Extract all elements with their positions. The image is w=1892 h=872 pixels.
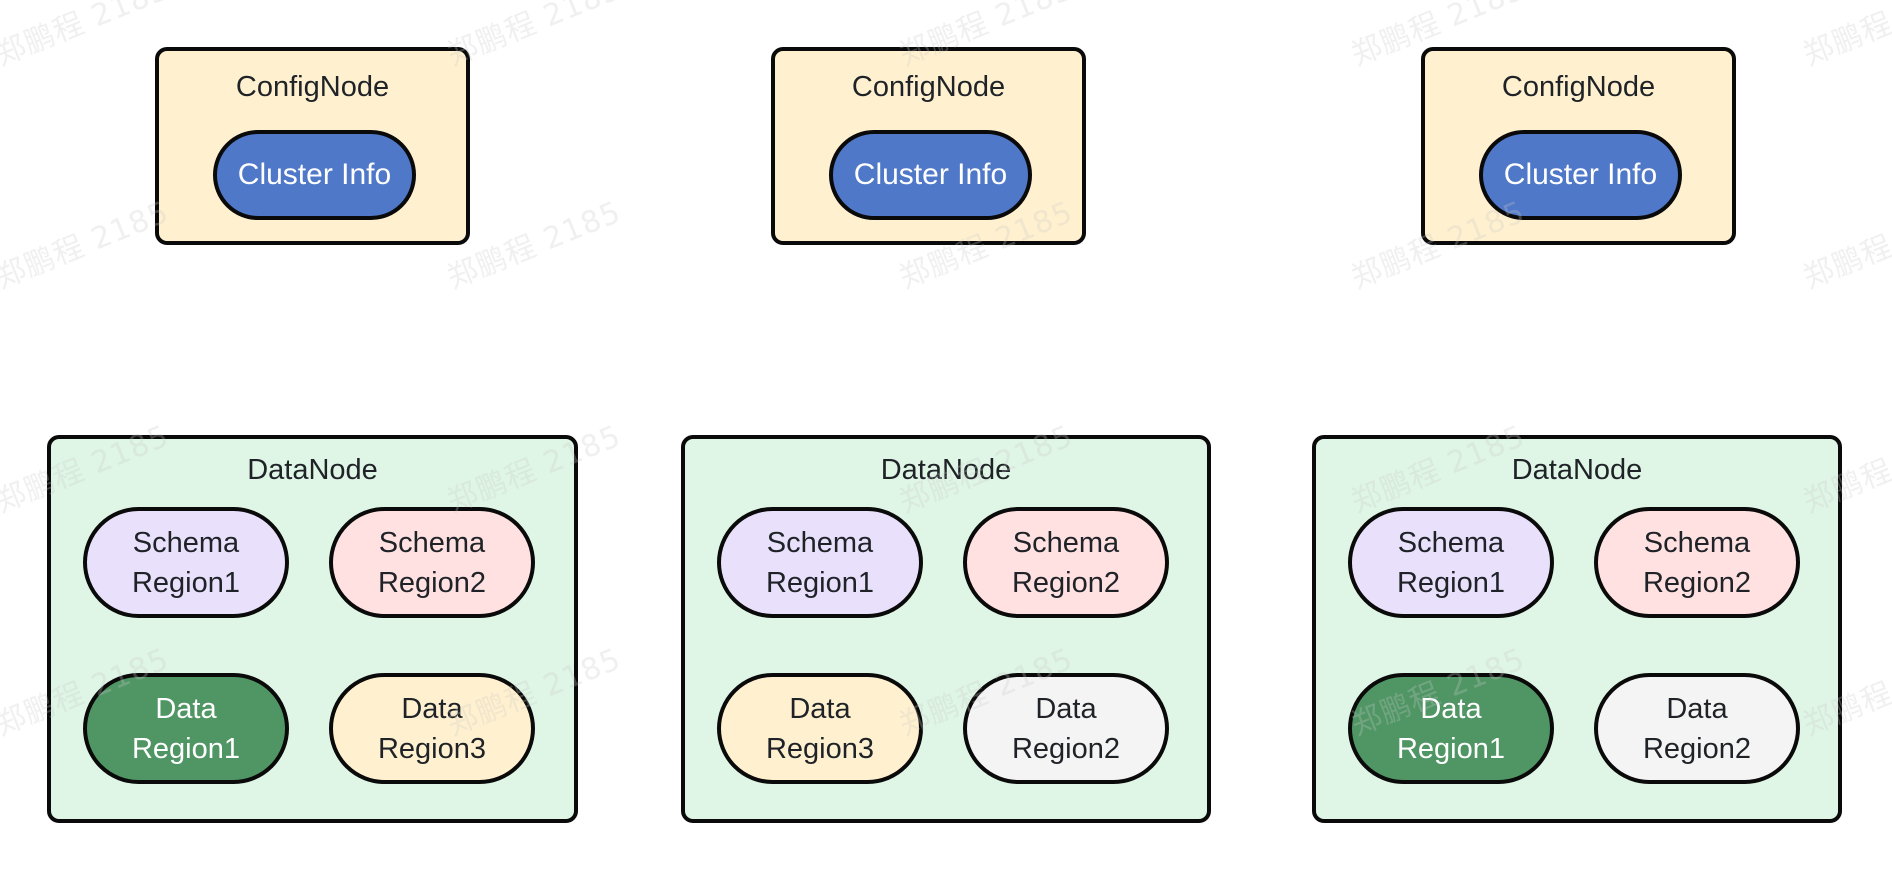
config-node-1: ConfigNode Cluster Info <box>155 47 470 245</box>
region-label-line2: Region1 <box>131 732 241 765</box>
cluster-info-label: Cluster Info <box>1503 158 1658 191</box>
cluster-info-label: Cluster Info <box>853 158 1008 191</box>
data-region-pill: Data Region2 <box>1594 673 1800 784</box>
data-node-title: DataNode <box>880 454 1012 486</box>
region-label-line2: Region1 <box>1396 566 1506 599</box>
region-label-line1: Schema <box>1643 526 1751 559</box>
region-label-line2: Region2 <box>1642 566 1752 599</box>
region-label-line1: Schema <box>378 526 486 559</box>
config-node-title: ConfigNode <box>851 71 1006 103</box>
data-region-pill: Data Region1 <box>1348 673 1554 784</box>
config-node-2: ConfigNode Cluster Info <box>771 47 1086 245</box>
region-label-line2: Region1 <box>1396 732 1506 765</box>
region-label-line1: Data <box>789 692 851 725</box>
region-label-line2: Region1 <box>765 566 875 599</box>
data-node-3: DataNode Schema Region1 Schema Region2 D… <box>1312 435 1842 823</box>
data-region-pill: Data Region2 <box>963 673 1169 784</box>
region-label-line1: Schema <box>1397 526 1505 559</box>
watermark: 郑鹏程 2185 <box>0 194 175 297</box>
cluster-info-pill: Cluster Info <box>1479 130 1682 220</box>
region-label-line2: Region3 <box>377 732 487 765</box>
data-region-pill: Data Region3 <box>329 673 535 784</box>
region-label-line1: Data <box>401 692 463 725</box>
region-label-line1: Schema <box>766 526 874 559</box>
region-label-line2: Region1 <box>131 566 241 599</box>
region-label-line2: Region3 <box>765 732 875 765</box>
region-label-line1: Data <box>1666 692 1728 725</box>
region-label-line2: Region2 <box>1011 566 1121 599</box>
schema-region-pill: Schema Region2 <box>963 507 1169 618</box>
data-region-pill: Data Region1 <box>83 673 289 784</box>
schema-region-pill: Schema Region2 <box>329 507 535 618</box>
region-label-line1: Data <box>155 692 217 725</box>
config-node-3: ConfigNode Cluster Info <box>1421 47 1736 245</box>
cluster-info-pill: Cluster Info <box>829 130 1032 220</box>
region-label-line1: Schema <box>132 526 240 559</box>
schema-region-pill: Schema Region2 <box>1594 507 1800 618</box>
watermark: 郑鹏程 2185 <box>0 0 175 74</box>
cluster-info-label: Cluster Info <box>237 158 392 191</box>
region-label-line1: Schema <box>1012 526 1120 559</box>
data-region-pill: Data Region3 <box>717 673 923 784</box>
data-node-title: DataNode <box>1511 454 1643 486</box>
config-node-title: ConfigNode <box>1501 71 1656 103</box>
schema-region-pill: Schema Region1 <box>717 507 923 618</box>
config-node-title: ConfigNode <box>235 71 390 103</box>
watermark: 郑鹏程 2185 <box>1798 0 1892 74</box>
data-node-2: DataNode Schema Region1 Schema Region2 D… <box>681 435 1211 823</box>
region-label-line2: Region2 <box>1011 732 1121 765</box>
region-label-line1: Data <box>1035 692 1097 725</box>
data-node-title: DataNode <box>247 454 378 486</box>
cluster-info-pill: Cluster Info <box>213 130 416 220</box>
region-label-line2: Region2 <box>1642 732 1752 765</box>
watermark: 郑鹏程 2185 <box>1798 195 1892 297</box>
data-node-1: DataNode Schema Region1 Schema Region2 D… <box>47 435 578 823</box>
region-label-line1: Data <box>1420 692 1482 725</box>
schema-region-pill: Schema Region1 <box>83 507 289 618</box>
schema-region-pill: Schema Region1 <box>1348 507 1554 618</box>
region-label-line2: Region2 <box>377 566 487 599</box>
